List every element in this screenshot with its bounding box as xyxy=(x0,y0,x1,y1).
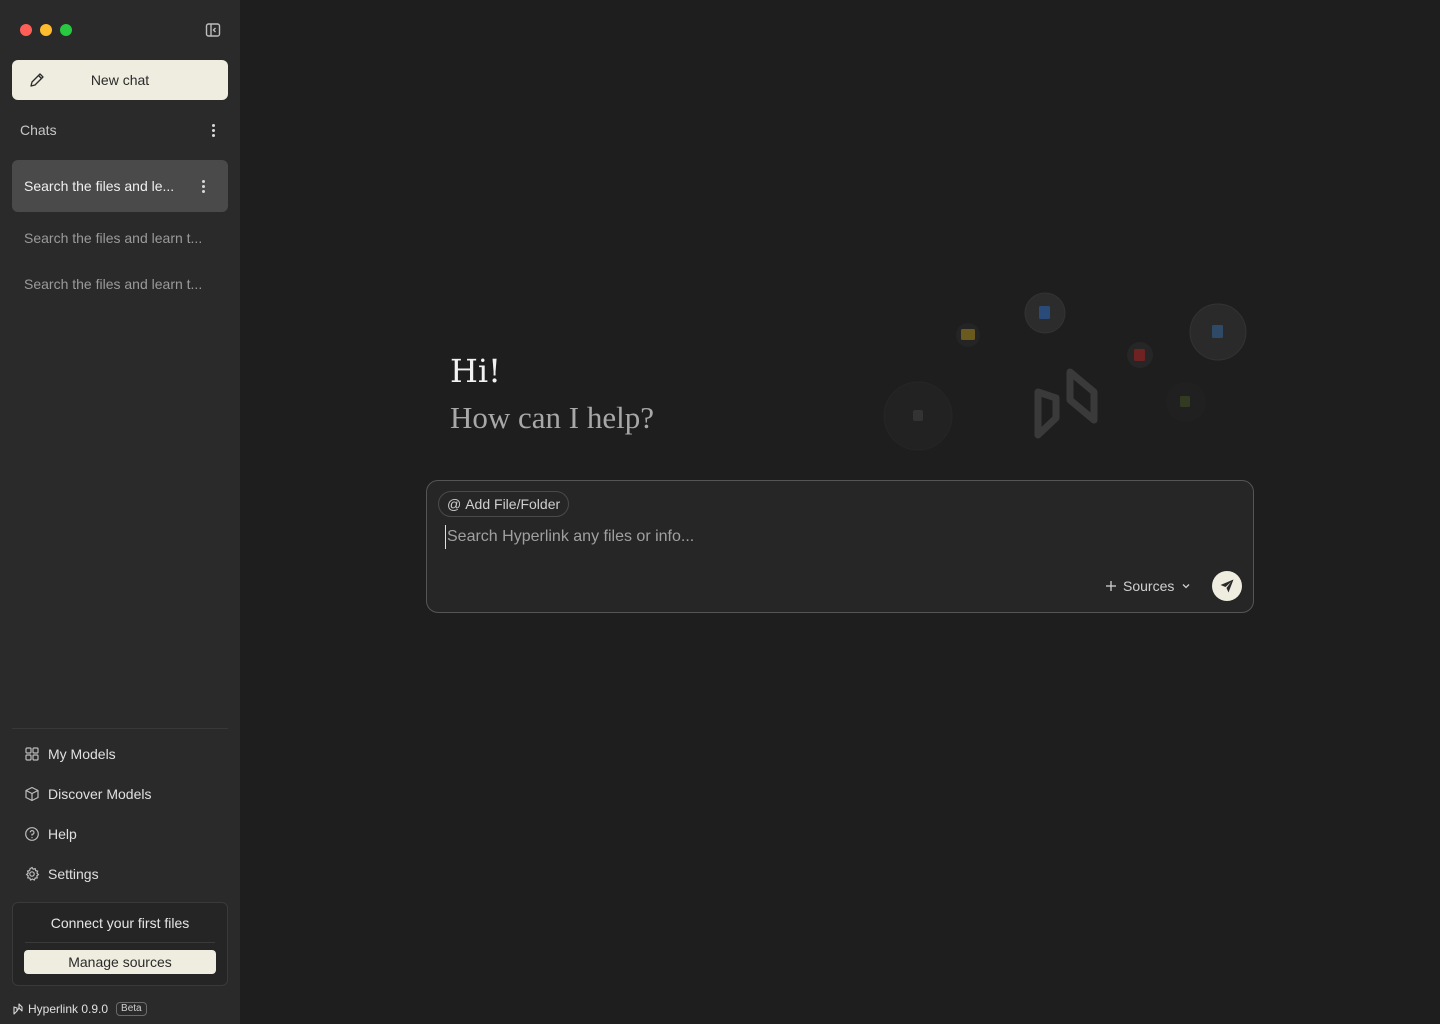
beta-badge: Beta xyxy=(116,1002,147,1016)
nav-label: Help xyxy=(48,826,77,842)
chats-heading: Chats xyxy=(20,122,57,138)
sidebar-toggle-icon[interactable] xyxy=(204,21,222,39)
grid-icon xyxy=(25,747,39,761)
send-button[interactable] xyxy=(1212,571,1242,601)
new-chat-label: New chat xyxy=(90,72,150,88)
nav-help[interactable]: Help xyxy=(12,818,228,850)
nav-label: My Models xyxy=(48,746,116,762)
add-file-folder-label: Add File/Folder xyxy=(465,496,561,512)
app-version: Hyperlink 0.9.0 xyxy=(28,1002,109,1016)
nav-label: Settings xyxy=(48,866,99,882)
cube-icon xyxy=(25,786,39,802)
sources-label: Sources xyxy=(1123,578,1175,594)
zoom-window-button[interactable] xyxy=(60,24,72,36)
chats-header: Chats xyxy=(20,120,220,140)
close-window-button[interactable] xyxy=(20,24,32,36)
chat-item-menu-icon[interactable] xyxy=(196,178,210,194)
card-divider xyxy=(25,942,215,943)
floating-file-icons-illustration xyxy=(883,292,1247,451)
greeting-subheading: How can I help? xyxy=(450,400,654,435)
chat-item-active[interactable]: Search the files and le... xyxy=(12,160,228,212)
send-icon xyxy=(1220,579,1234,593)
chat-item[interactable]: Search the files and learn t... xyxy=(12,264,228,304)
hyperlink-logo-icon xyxy=(13,1003,23,1015)
minimize-window-button[interactable] xyxy=(40,24,52,36)
nav-settings[interactable]: Settings xyxy=(12,858,228,890)
chat-item-title: Search the files and le... xyxy=(24,178,175,194)
help-circle-icon xyxy=(25,827,39,841)
sidebar: New chat Chats Search the files and le..… xyxy=(0,0,240,1024)
new-chat-button[interactable]: New chat xyxy=(12,60,228,100)
gear-icon xyxy=(25,866,40,881)
connect-card-title: Connect your first files xyxy=(50,915,190,931)
add-file-folder-button[interactable]: @ Add File/Folder xyxy=(438,491,570,517)
greeting-heading: Hi! xyxy=(450,352,501,390)
plus-icon xyxy=(1106,581,1116,591)
chat-item-title: Search the files and learn t... xyxy=(24,230,203,246)
chat-item-title: Search the files and learn t... xyxy=(24,276,203,292)
chat-composer: @ Add File/Folder Sources xyxy=(426,480,1254,613)
pencil-icon xyxy=(28,71,46,89)
nav-label: Discover Models xyxy=(48,786,152,802)
chat-item[interactable]: Search the files and learn t... xyxy=(12,218,228,258)
at-symbol: @ xyxy=(447,496,462,512)
search-input[interactable] xyxy=(445,525,1225,549)
chevron-down-icon xyxy=(1182,584,1190,589)
nav-discover-models[interactable]: Discover Models xyxy=(12,778,228,810)
sidebar-divider xyxy=(12,728,228,729)
window-controls xyxy=(20,24,72,36)
connect-files-card: Connect your first files Manage sources xyxy=(12,902,228,986)
chats-menu-icon[interactable] xyxy=(206,122,220,138)
sources-dropdown[interactable]: Sources xyxy=(1105,575,1192,597)
nav-my-models[interactable]: My Models xyxy=(12,738,228,770)
app-footer: Hyperlink 0.9.0 Beta xyxy=(12,999,147,1019)
manage-sources-button[interactable]: Manage sources xyxy=(24,950,216,974)
